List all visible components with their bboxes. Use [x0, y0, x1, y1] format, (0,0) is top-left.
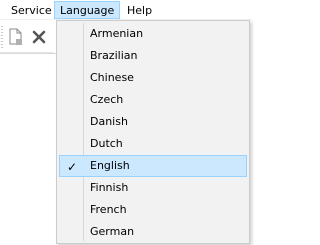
menu-language[interactable]: Language [54, 1, 121, 19]
delete-button[interactable] [30, 28, 48, 46]
language-item-french[interactable]: French [59, 199, 247, 221]
language-item-czech[interactable]: Czech [59, 89, 247, 111]
checkmark-icon: ✓ [67, 160, 78, 174]
language-item-finnish[interactable]: Finnish [59, 177, 247, 199]
delete-x-icon [32, 30, 46, 44]
language-item-german[interactable]: German [59, 221, 247, 243]
menu-item-label: French [90, 203, 127, 216]
language-item-danish[interactable]: Danish [59, 111, 247, 133]
language-item-english[interactable]: ✓ English [59, 155, 247, 177]
language-dropdown: Armenian Brazilian Chinese Czech Danish … [56, 20, 250, 244]
language-item-armenian[interactable]: Armenian [59, 23, 247, 45]
menu-item-label: Armenian [90, 27, 144, 40]
menu-item-label: Dutch [90, 137, 123, 150]
language-item-dutch[interactable]: Dutch [59, 133, 247, 155]
menu-item-label: Brazilian [90, 49, 138, 62]
menu-service[interactable]: Service [5, 1, 58, 19]
menu-item-label: Chinese [90, 71, 134, 84]
language-item-brazilian[interactable]: Brazilian [59, 45, 247, 67]
menu-item-label: Danish [90, 115, 128, 128]
new-document-button[interactable] [7, 28, 25, 46]
menu-item-label: English [90, 159, 130, 172]
menu-item-label: German [90, 225, 135, 238]
menu-help[interactable]: Help [121, 1, 158, 19]
menu-item-label: Finnish [90, 181, 129, 194]
menu-item-label: Czech [90, 93, 124, 106]
toolbar [0, 22, 54, 53]
language-item-chinese[interactable]: Chinese [59, 67, 247, 89]
new-document-icon [9, 28, 22, 45]
menu-bar: Service Language Help [0, 0, 252, 20]
toolbar-divider [0, 53, 56, 54]
toolbar-gripper[interactable] [1, 26, 3, 48]
